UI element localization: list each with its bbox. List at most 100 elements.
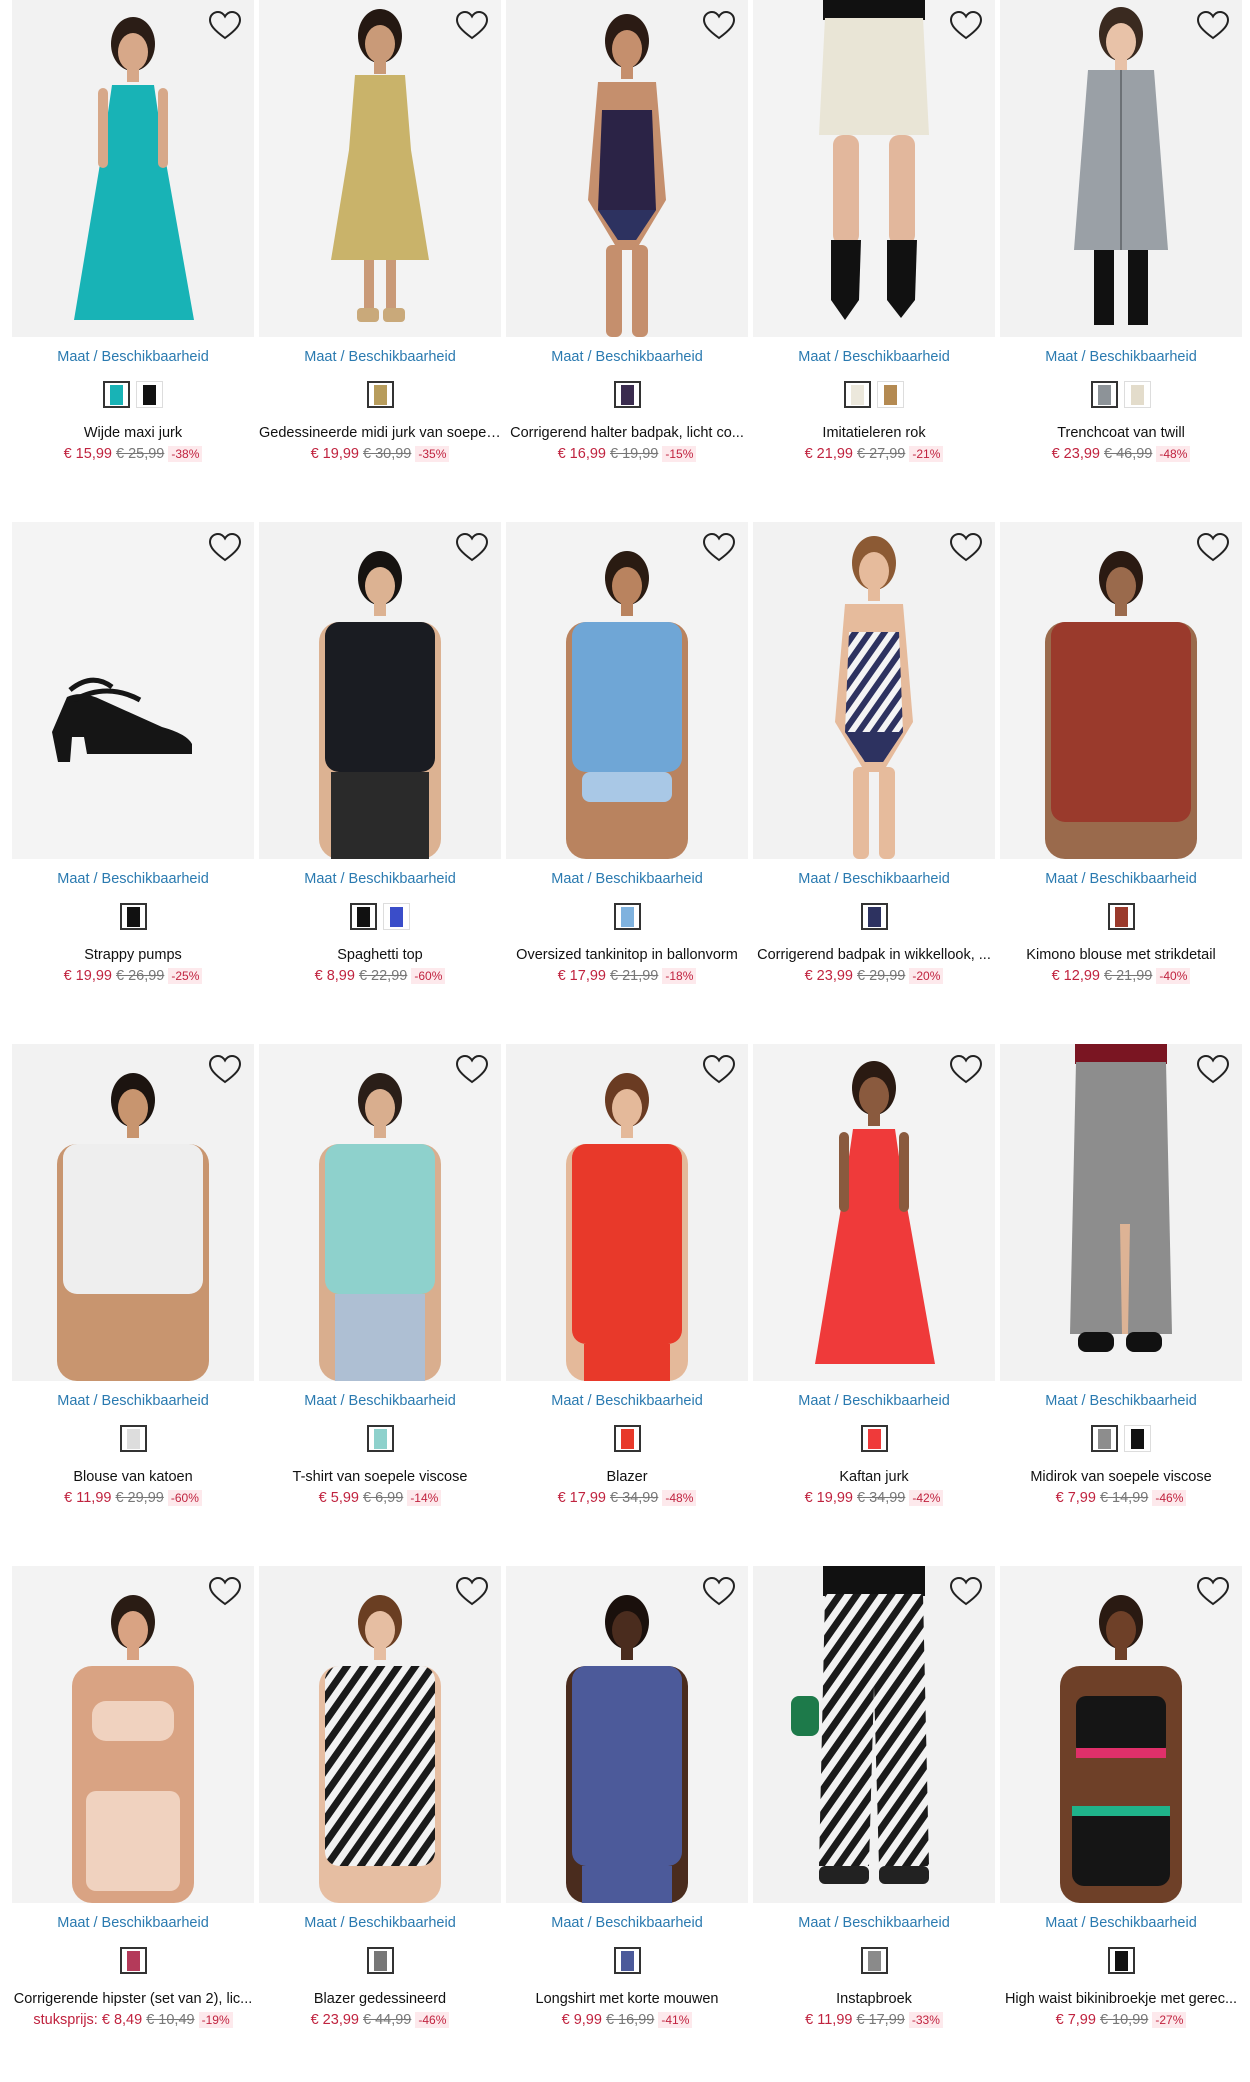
size-availability-link[interactable]: Maat / Beschikbaarheid bbox=[259, 871, 501, 887]
wishlist-heart-icon[interactable] bbox=[949, 10, 983, 42]
product-title[interactable]: Wijde maxi jurk bbox=[12, 425, 254, 441]
wishlist-heart-icon[interactable] bbox=[1196, 532, 1230, 564]
size-availability-link[interactable]: Maat / Beschikbaarheid bbox=[506, 871, 748, 887]
color-swatch[interactable] bbox=[366, 381, 394, 408]
product-title[interactable]: Instapbroek bbox=[753, 1991, 995, 2007]
color-swatch[interactable] bbox=[119, 1947, 147, 1974]
wishlist-heart-icon[interactable] bbox=[208, 1576, 242, 1608]
color-swatch[interactable] bbox=[613, 1947, 641, 1974]
size-availability-link[interactable]: Maat / Beschikbaarheid bbox=[753, 349, 995, 365]
wishlist-heart-icon[interactable] bbox=[1196, 10, 1230, 42]
color-swatch[interactable] bbox=[1124, 381, 1151, 408]
size-availability-link[interactable]: Maat / Beschikbaarheid bbox=[12, 1915, 254, 1931]
wishlist-heart-icon[interactable] bbox=[949, 532, 983, 564]
product-title[interactable]: Imitatieleren rok bbox=[753, 425, 995, 441]
size-availability-link[interactable]: Maat / Beschikbaarheid bbox=[1000, 349, 1242, 365]
product-image[interactable] bbox=[506, 522, 748, 859]
product-title[interactable]: Blouse van katoen bbox=[12, 1469, 254, 1485]
product-image[interactable] bbox=[506, 1566, 748, 1903]
color-swatch[interactable] bbox=[103, 381, 130, 408]
wishlist-heart-icon[interactable] bbox=[702, 532, 736, 564]
color-swatch[interactable] bbox=[366, 1425, 394, 1452]
product-image[interactable] bbox=[753, 1044, 995, 1381]
size-availability-link[interactable]: Maat / Beschikbaarheid bbox=[753, 1393, 995, 1409]
color-swatch[interactable] bbox=[136, 381, 163, 408]
product-title[interactable]: Longshirt met korte mouwen bbox=[506, 1991, 748, 2007]
product-image[interactable] bbox=[259, 1044, 501, 1381]
color-swatch[interactable] bbox=[613, 903, 641, 930]
size-availability-link[interactable]: Maat / Beschikbaarheid bbox=[12, 1393, 254, 1409]
product-image[interactable] bbox=[12, 0, 254, 337]
color-swatch[interactable] bbox=[860, 1425, 888, 1452]
product-image[interactable] bbox=[1000, 522, 1242, 859]
wishlist-heart-icon[interactable] bbox=[208, 532, 242, 564]
product-image[interactable] bbox=[12, 1566, 254, 1903]
product-title[interactable]: Kaftan jurk bbox=[753, 1469, 995, 1485]
product-title[interactable]: Corrigerende hipster (set van 2), lic... bbox=[12, 1991, 254, 2007]
product-image[interactable] bbox=[12, 1044, 254, 1381]
product-image[interactable] bbox=[753, 1566, 995, 1903]
color-swatch[interactable] bbox=[350, 903, 377, 930]
wishlist-heart-icon[interactable] bbox=[949, 1576, 983, 1608]
product-image[interactable] bbox=[259, 522, 501, 859]
color-swatch[interactable] bbox=[1124, 1425, 1151, 1452]
size-availability-link[interactable]: Maat / Beschikbaarheid bbox=[12, 871, 254, 887]
wishlist-heart-icon[interactable] bbox=[455, 1054, 489, 1086]
product-title[interactable]: High waist bikinibroekje met gerec... bbox=[1000, 1991, 1242, 2007]
product-title[interactable]: Trenchcoat van twill bbox=[1000, 425, 1242, 441]
color-swatch[interactable] bbox=[1091, 381, 1118, 408]
product-image[interactable] bbox=[259, 0, 501, 337]
wishlist-heart-icon[interactable] bbox=[702, 10, 736, 42]
product-title[interactable]: Strappy pumps bbox=[12, 947, 254, 963]
wishlist-heart-icon[interactable] bbox=[208, 1054, 242, 1086]
size-availability-link[interactable]: Maat / Beschikbaarheid bbox=[506, 1915, 748, 1931]
product-title[interactable]: Blazer gedessineerd bbox=[259, 1991, 501, 2007]
product-image[interactable] bbox=[1000, 1566, 1242, 1903]
color-swatch[interactable] bbox=[613, 1425, 641, 1452]
color-swatch[interactable] bbox=[383, 903, 410, 930]
wishlist-heart-icon[interactable] bbox=[208, 10, 242, 42]
size-availability-link[interactable]: Maat / Beschikbaarheid bbox=[259, 1915, 501, 1931]
color-swatch[interactable] bbox=[844, 381, 871, 408]
product-title[interactable]: Blazer bbox=[506, 1469, 748, 1485]
product-image[interactable] bbox=[259, 1566, 501, 1903]
size-availability-link[interactable]: Maat / Beschikbaarheid bbox=[259, 1393, 501, 1409]
wishlist-heart-icon[interactable] bbox=[702, 1054, 736, 1086]
color-swatch[interactable] bbox=[1107, 1947, 1135, 1974]
product-image[interactable] bbox=[506, 1044, 748, 1381]
size-availability-link[interactable]: Maat / Beschikbaarheid bbox=[12, 349, 254, 365]
size-availability-link[interactable]: Maat / Beschikbaarheid bbox=[753, 1915, 995, 1931]
size-availability-link[interactable]: Maat / Beschikbaarheid bbox=[259, 349, 501, 365]
color-swatch[interactable] bbox=[613, 381, 641, 408]
wishlist-heart-icon[interactable] bbox=[455, 532, 489, 564]
wishlist-heart-icon[interactable] bbox=[1196, 1054, 1230, 1086]
product-title[interactable]: Corrigerend halter badpak, licht co... bbox=[506, 425, 748, 441]
wishlist-heart-icon[interactable] bbox=[455, 10, 489, 42]
color-swatch[interactable] bbox=[119, 1425, 147, 1452]
product-image[interactable] bbox=[1000, 1044, 1242, 1381]
size-availability-link[interactable]: Maat / Beschikbaarheid bbox=[506, 349, 748, 365]
color-swatch[interactable] bbox=[1107, 903, 1135, 930]
product-title[interactable]: Spaghetti top bbox=[259, 947, 501, 963]
color-swatch[interactable] bbox=[877, 381, 904, 408]
wishlist-heart-icon[interactable] bbox=[702, 1576, 736, 1608]
product-image[interactable] bbox=[753, 522, 995, 859]
product-image[interactable] bbox=[12, 522, 254, 859]
product-image[interactable] bbox=[753, 0, 995, 337]
color-swatch[interactable] bbox=[1091, 1425, 1118, 1452]
product-image[interactable] bbox=[1000, 0, 1242, 337]
product-title[interactable]: Corrigerend badpak in wikkellook, ... bbox=[753, 947, 995, 963]
color-swatch[interactable] bbox=[119, 903, 147, 930]
color-swatch[interactable] bbox=[860, 903, 888, 930]
size-availability-link[interactable]: Maat / Beschikbaarheid bbox=[753, 871, 995, 887]
color-swatch[interactable] bbox=[366, 1947, 394, 1974]
product-title[interactable]: Oversized tankinitop in ballonvorm bbox=[506, 947, 748, 963]
color-swatch[interactable] bbox=[860, 1947, 888, 1974]
wishlist-heart-icon[interactable] bbox=[949, 1054, 983, 1086]
size-availability-link[interactable]: Maat / Beschikbaarheid bbox=[1000, 871, 1242, 887]
product-image[interactable] bbox=[506, 0, 748, 337]
product-title[interactable]: Midirok van soepele viscose bbox=[1000, 1469, 1242, 1485]
size-availability-link[interactable]: Maat / Beschikbaarheid bbox=[506, 1393, 748, 1409]
size-availability-link[interactable]: Maat / Beschikbaarheid bbox=[1000, 1915, 1242, 1931]
product-title[interactable]: T-shirt van soepele viscose bbox=[259, 1469, 501, 1485]
